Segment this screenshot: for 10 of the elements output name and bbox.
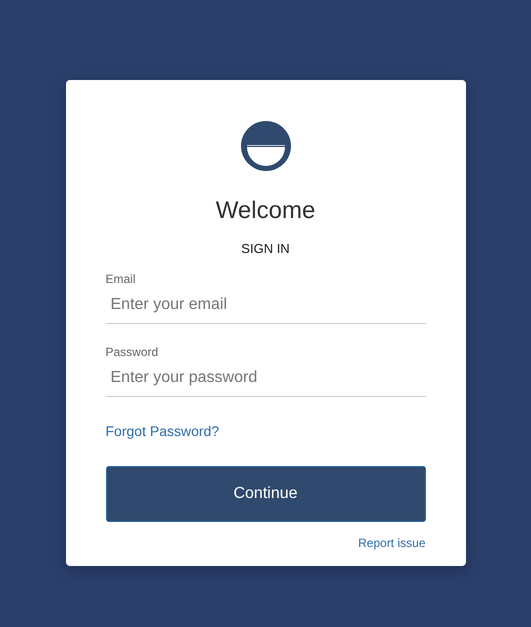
input-field[interactable]: Enter your email <box>106 286 426 324</box>
continue-button[interactable]: Continue <box>106 466 426 522</box>
welcome-heading: Welcome <box>214 197 316 225</box>
logo-icon <box>240 121 290 171</box>
sign-in-subheading: SIGN IN <box>240 241 291 257</box>
field-label: Password <box>106 345 160 359</box>
forgot-password-link[interactable]: Forgot Password? <box>106 423 220 440</box>
field-label: Email <box>106 272 137 286</box>
input-field[interactable]: Enter your password <box>106 359 426 397</box>
report-issue-link[interactable]: Report issue <box>358 536 426 550</box>
